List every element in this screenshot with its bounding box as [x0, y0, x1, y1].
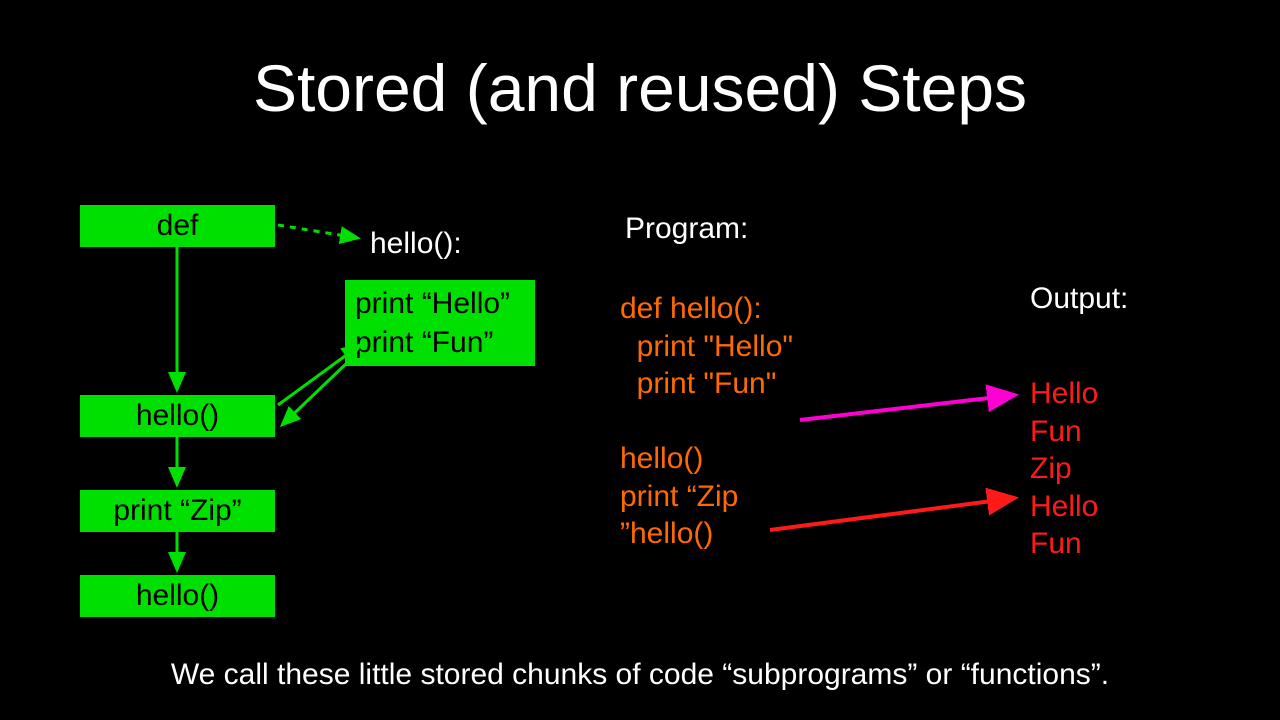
output-lines: Hello Fun Zip Hello Fun	[1030, 375, 1098, 563]
box-def: def	[80, 205, 275, 247]
output-heading: Output:	[1030, 280, 1128, 318]
box-function-body: print “Hello” print “Fun”	[345, 280, 535, 366]
box-print-zip: print “Zip”	[80, 490, 275, 532]
program-code: def hello(): print "Hello" print "Fun" h…	[620, 290, 793, 553]
slide: Stored (and reused) Steps def hello() pr…	[0, 0, 1280, 720]
program-heading: Program:	[625, 210, 748, 248]
arrow-def-to-signature	[278, 225, 358, 238]
slide-title: Stored (and reused) Steps	[0, 50, 1280, 126]
label-hello-signature: hello():	[370, 225, 462, 263]
box-hello-call-2: hello()	[80, 575, 275, 617]
arrow-body-return-1	[282, 360, 350, 425]
arrow-program-to-output-1	[800, 395, 1015, 420]
box-hello-call-1: hello()	[80, 395, 275, 437]
footer-text: We call these little stored chunks of co…	[0, 658, 1280, 692]
arrow-program-to-output-2	[770, 498, 1015, 530]
